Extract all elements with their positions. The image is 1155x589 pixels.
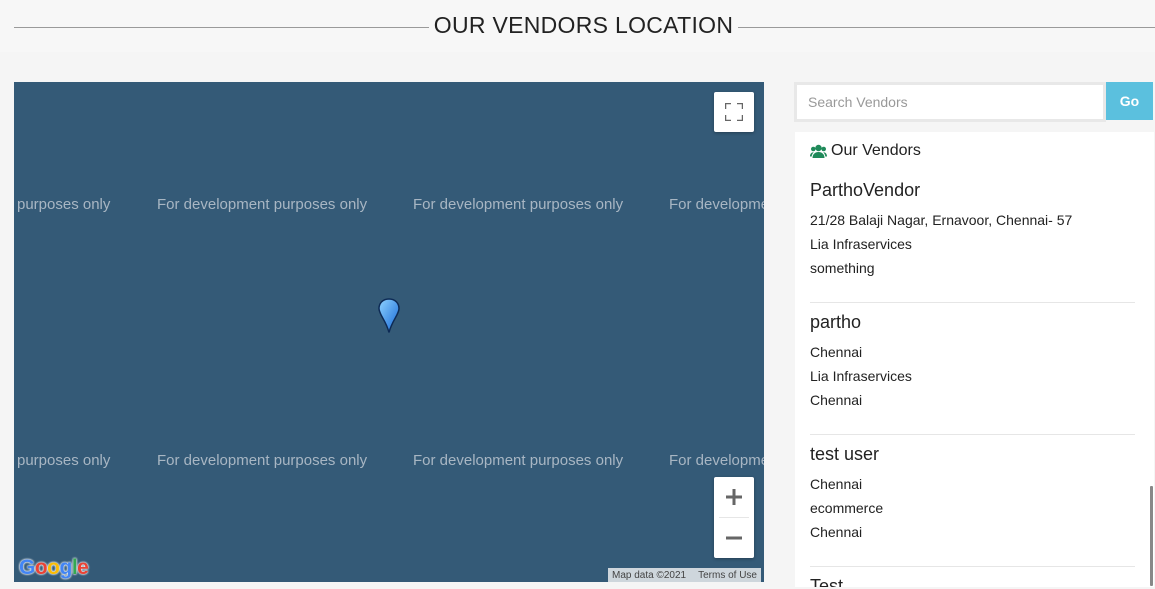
vendor-name[interactable]: Test	[810, 575, 1135, 587]
zoom-in-button[interactable]	[714, 477, 754, 517]
zoom-controls	[714, 477, 754, 558]
vendor-card[interactable]: test user Chennai ecommerce Chennai	[810, 443, 1135, 547]
map-data-label: Map data ©2021	[612, 569, 687, 581]
vendor-address: 21/28 Balaji Nagar, Ernavoor, Chennai- 5…	[810, 212, 1073, 228]
vendor-map[interactable]: purposes only For development purposes o…	[14, 82, 764, 582]
vendors-panel-title: Our Vendors	[831, 142, 921, 159]
search-vendors-input[interactable]	[794, 82, 1106, 122]
title-bar: OUR VENDORS LOCATION	[0, 0, 1155, 52]
map-attribution: Map data ©2021 Terms of Use	[608, 568, 761, 582]
vendor-extra: Chennai	[810, 392, 863, 408]
terms-of-use-link[interactable]: Terms of Use	[698, 570, 757, 581]
vendor-divider	[810, 434, 1135, 435]
fullscreen-button[interactable]	[714, 92, 754, 132]
vendor-address: Chennai	[810, 476, 863, 492]
map-watermark: purposes only	[17, 196, 111, 213]
fullscreen-icon	[725, 103, 743, 121]
map-watermark: For development purposes only	[413, 452, 624, 469]
page-title: OUR VENDORS LOCATION	[433, 12, 734, 38]
vendor-company: Lia Infraservices	[810, 236, 912, 252]
users-icon	[810, 144, 827, 158]
vendor-extra: Chennai	[810, 524, 863, 540]
title-divider-right	[738, 27, 1155, 28]
google-logo[interactable]: Google	[19, 556, 89, 580]
vendor-card[interactable]: ParthoVendor 21/28 Balaji Nagar, Ernavoo…	[810, 179, 1135, 283]
vendor-extra: something	[810, 260, 875, 276]
map-watermark: For development purposes only	[669, 452, 764, 469]
map-watermark: For development purposes only	[157, 196, 368, 213]
map-watermark: For development purposes only	[413, 196, 624, 213]
go-button[interactable]: Go	[1106, 82, 1153, 120]
vendor-name[interactable]: ParthoVendor	[810, 179, 1135, 211]
plus-icon	[726, 489, 742, 505]
vendors-panel[interactable]: Our Vendors ParthoVendor 21/28 Balaji Na…	[795, 132, 1154, 587]
map-watermark: purposes only	[17, 452, 111, 469]
map-watermark: For development purposes only	[669, 196, 764, 213]
minus-icon	[726, 536, 742, 540]
vendor-company: ecommerce	[810, 500, 884, 516]
vendor-name[interactable]: partho	[810, 311, 1135, 343]
map-pin-icon[interactable]	[376, 298, 402, 334]
vendor-company: Lia Infraservices	[810, 368, 912, 384]
zoom-out-button[interactable]	[714, 518, 754, 558]
title-divider-left	[14, 27, 429, 28]
vendors-panel-header: Our Vendors	[810, 142, 921, 160]
vendor-address: Chennai	[810, 344, 863, 360]
vendor-card[interactable]: partho Chennai Lia Infraservices Chennai	[810, 311, 1135, 415]
vendors-scrollbar[interactable]	[1150, 486, 1153, 586]
vendor-name[interactable]: test user	[810, 443, 1135, 475]
vendor-divider	[810, 302, 1135, 303]
vendor-divider	[810, 566, 1135, 567]
map-watermark: For development purposes only	[157, 452, 368, 469]
vendor-card[interactable]: Test	[810, 575, 1135, 587]
